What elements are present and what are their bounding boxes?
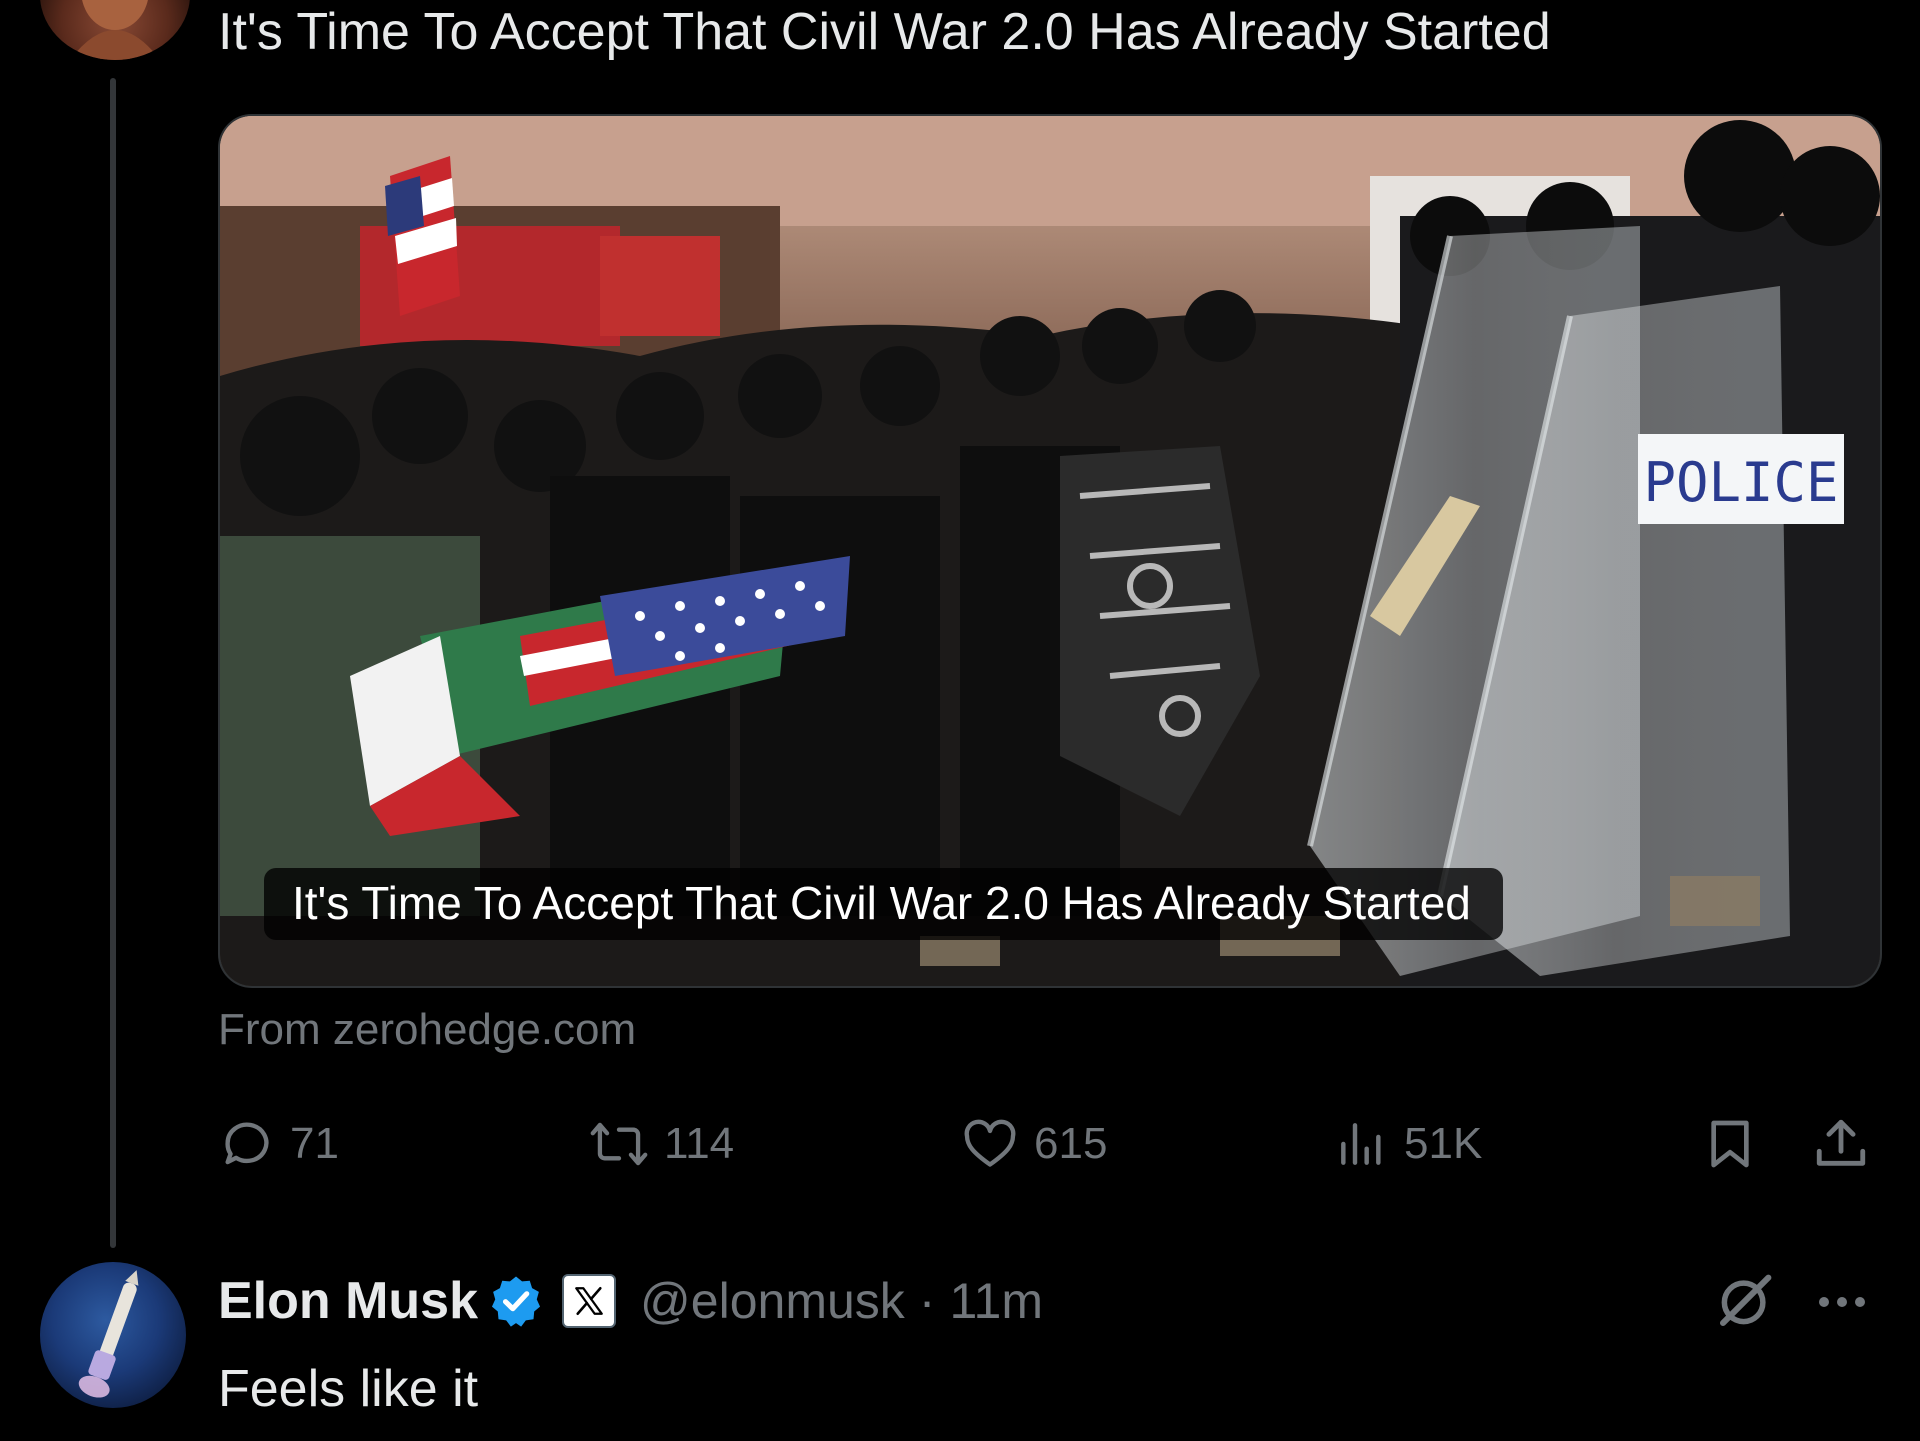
repost-arrows-icon: [590, 1122, 648, 1166]
like-action[interactable]: 615: [960, 1108, 1107, 1180]
post-action-bar: 71 114 615 51K: [218, 1108, 1878, 1180]
x-logo-icon: [575, 1286, 603, 1316]
post-timestamp[interactable]: 11m: [949, 1272, 1043, 1330]
ellipsis-icon[interactable]: [1812, 1284, 1872, 1320]
views-action[interactable]: 51K: [1334, 1108, 1482, 1180]
card-title-overlay: It's Time To Accept That Civil War 2.0 H…: [264, 868, 1503, 940]
reply-post-header: Elon Musk @elonmusk · 11m: [218, 1266, 1043, 1336]
view-count: 51K: [1404, 1119, 1483, 1168]
thread-connector-line: [110, 78, 116, 1248]
repost-action[interactable]: 114: [588, 1108, 734, 1180]
bookmark-action[interactable]: [1702, 1108, 1758, 1180]
author-display-name[interactable]: Elon Musk: [218, 1271, 478, 1331]
author-handle[interactable]: @elonmusk: [640, 1272, 905, 1330]
repost-count: 114: [664, 1119, 735, 1168]
like-count: 615: [1034, 1119, 1108, 1168]
protest-news-photo: POLICE: [220, 116, 1880, 986]
card-source-domain[interactable]: From zerohedge.com: [218, 1000, 636, 1060]
parent-author-avatar[interactable]: [40, 0, 190, 60]
grok-slash-icon[interactable]: [1712, 1268, 1778, 1334]
bar-chart-icon: [1341, 1123, 1381, 1165]
share-upload-icon: [1816, 1119, 1866, 1166]
meta-separator: ·: [918, 1273, 936, 1329]
police-sign-text: POLICE: [1643, 451, 1838, 514]
verified-badge-icon[interactable]: [488, 1273, 544, 1329]
link-preview-card[interactable]: POLICE It's Time To Accept That Civil Wa…: [218, 114, 1882, 988]
reply-post-text: Feels like it: [218, 1360, 479, 1418]
reply-count: 71: [290, 1119, 339, 1168]
share-action[interactable]: [1812, 1108, 1870, 1180]
bookmark-icon: [1711, 1120, 1749, 1168]
x-affiliation-badge[interactable]: [562, 1274, 617, 1328]
heart-icon: [964, 1119, 1016, 1167]
parent-post-headline: It's Time To Accept That Civil War 2.0 H…: [218, 3, 1551, 61]
reply-author-avatar[interactable]: [40, 1262, 186, 1408]
speech-bubble-icon: [225, 1122, 269, 1165]
reply-action[interactable]: 71: [218, 1108, 339, 1180]
